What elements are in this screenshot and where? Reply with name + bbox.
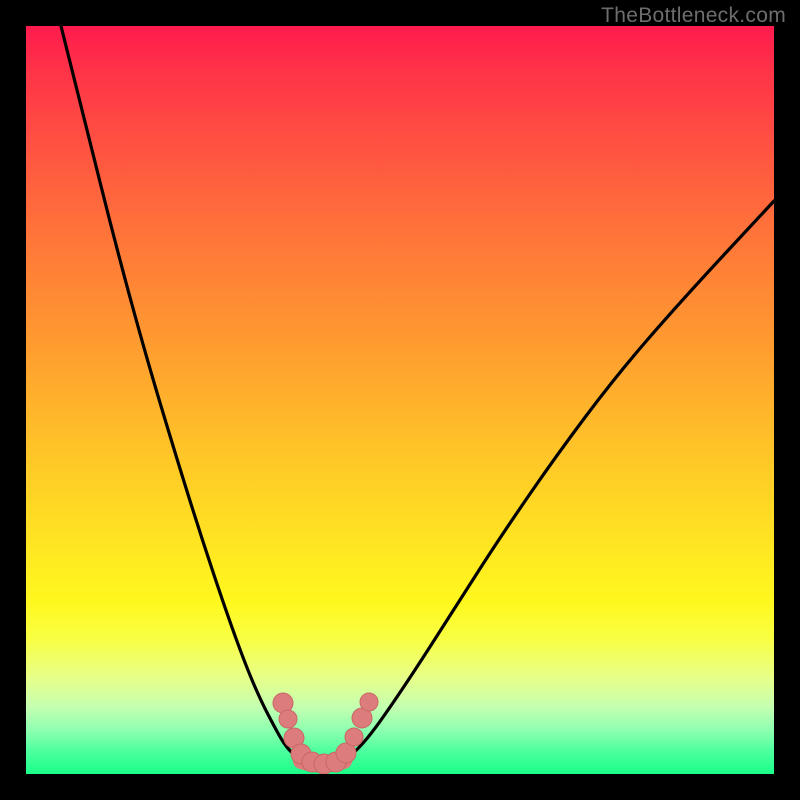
valley-marker bbox=[360, 693, 378, 711]
right-curve bbox=[344, 201, 774, 761]
valley-marker bbox=[279, 710, 297, 728]
outer-frame: TheBottleneck.com bbox=[0, 0, 800, 800]
plot-area bbox=[26, 26, 774, 774]
valley-marker bbox=[345, 728, 363, 746]
chart-svg bbox=[26, 26, 774, 774]
watermark-text: TheBottleneck.com bbox=[601, 4, 786, 28]
valley-markers bbox=[273, 693, 378, 774]
left-curve bbox=[61, 26, 301, 761]
